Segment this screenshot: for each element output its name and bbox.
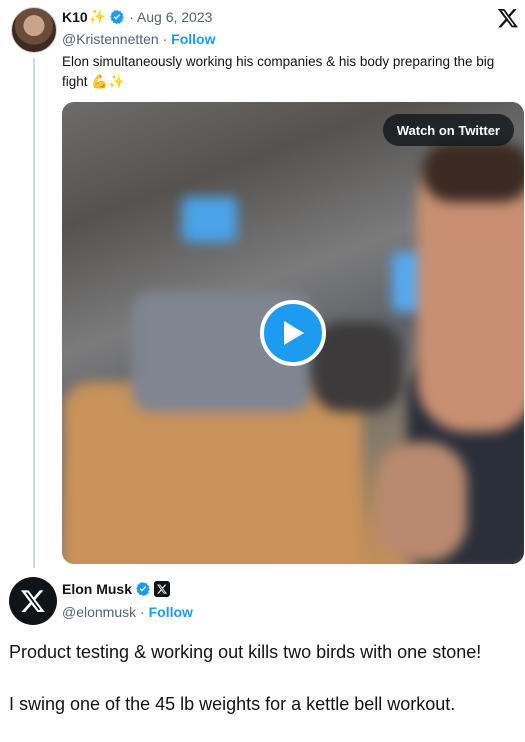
play-button[interactable] [260,300,326,366]
verified-badge-icon [110,9,124,24]
sparkle-emoji: ✨ [88,8,107,24]
video-frame-window [182,197,237,242]
x-logo-icon [20,590,45,613]
watch-on-twitter-button[interactable]: Watch on Twitter [382,114,514,146]
tweet-date[interactable]: · Aug 6, 2023 [129,9,212,25]
quoted-tweet-header: K10 ✨ · Aug 6, 2023 [62,8,212,25]
separator-dot: · [162,31,172,47]
main-tweet-header: Elon Musk [62,581,171,597]
tweet-paragraph: Product testing & working out kills two … [9,642,482,662]
separator-dot: · [140,604,149,620]
video-frame-person-arm [377,442,467,562]
follow-button[interactable]: Follow [171,31,215,47]
tweet-text: Product testing & working out kills two … [9,639,519,742]
x-affiliate-badge-icon[interactable] [154,581,171,597]
video-frame-person-hair [422,142,524,202]
handle[interactable]: @Kristennetten [62,31,159,47]
thread-line [33,58,35,568]
tweet-date-text: Aug 6, 2023 [136,8,213,25]
play-icon [284,321,304,345]
handle-row: @Kristennetten · Follow [62,31,216,47]
profile-avatar[interactable] [11,7,57,53]
tweet-text: Elon simultaneously working his companie… [62,54,495,89]
handle-row: @elonmusk · Follow [62,604,193,620]
handle[interactable]: @elonmusk [62,604,136,620]
quoted-tweet: K10 ✨ · Aug 6, 2023 @Kristennetten · Fol… [0,0,525,572]
follow-button[interactable]: Follow [149,604,193,620]
display-name[interactable]: Elon Musk [62,581,132,597]
x-logo-avatar[interactable] [9,577,57,625]
video-player[interactable]: Watch on Twitter [62,102,524,564]
verified-badge-icon [136,582,150,596]
x-logo-icon[interactable] [497,7,519,29]
display-name[interactable]: K10 [62,9,88,25]
tweet-paragraph: I swing one of the 45 lb weights for a k… [9,694,456,714]
